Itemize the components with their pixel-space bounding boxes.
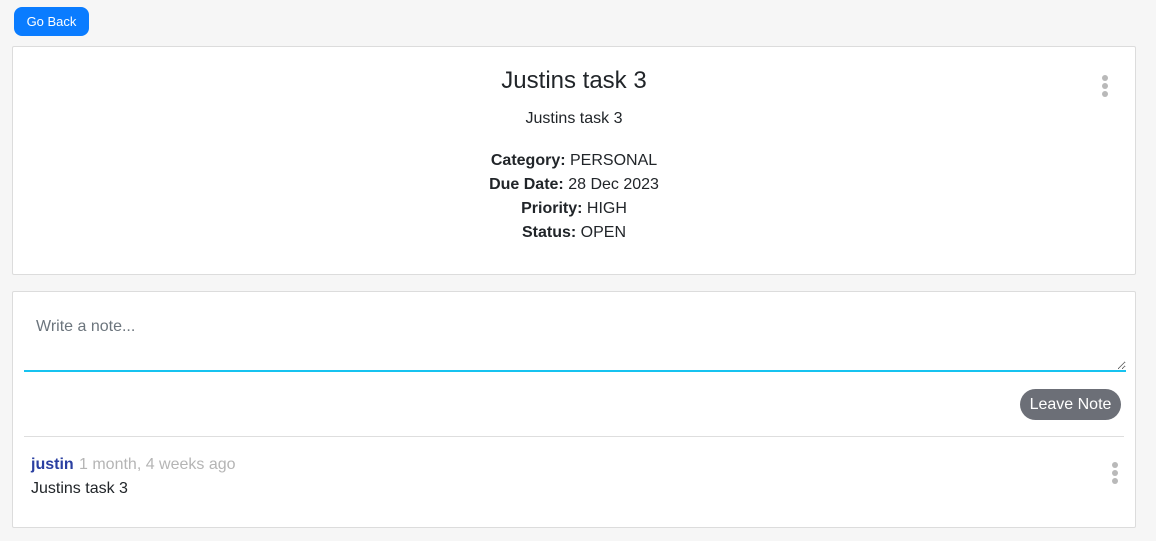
leave-note-button[interactable]: Leave Note	[1020, 389, 1121, 420]
task-meta: Category: PERSONAL Due Date: 28 Dec 2023…	[13, 149, 1135, 245]
category-label: Category:	[490, 152, 566, 169]
due-date-value: 28 Dec 2023	[568, 176, 659, 193]
task-priority-row: Priority: HIGH	[13, 197, 1135, 221]
task-category-row: Category: PERSONAL	[13, 149, 1135, 173]
note-menu-kebab-icon[interactable]	[1110, 462, 1120, 486]
note-timestamp: 1 month, 4 weeks ago	[79, 456, 236, 473]
notes-divider	[24, 436, 1124, 437]
due-date-label: Due Date:	[489, 176, 564, 193]
priority-value: HIGH	[586, 200, 627, 217]
task-status-row: Status: OPEN	[13, 221, 1135, 245]
note-input[interactable]	[24, 303, 1126, 372]
task-detail-card: Justins task 3 Justins task 3 Category: …	[12, 46, 1136, 275]
task-menu-kebab-icon[interactable]	[1100, 75, 1110, 99]
note-text: Justins task 3	[31, 480, 128, 497]
task-description: Justins task 3	[525, 110, 623, 127]
note-author-link[interactable]: justin	[31, 456, 74, 474]
go-back-button[interactable]: Go Back	[14, 7, 89, 36]
task-due-date-row: Due Date: 28 Dec 2023	[13, 173, 1135, 197]
priority-label: Priority:	[521, 200, 583, 217]
task-title: Justins task 3	[501, 67, 647, 94]
category-value: PERSONAL	[570, 152, 658, 169]
status-value: OPEN	[580, 224, 627, 241]
status-label: Status:	[521, 224, 577, 241]
notes-card: Leave Note justin 1 month, 4 weeks ago J…	[12, 291, 1136, 528]
